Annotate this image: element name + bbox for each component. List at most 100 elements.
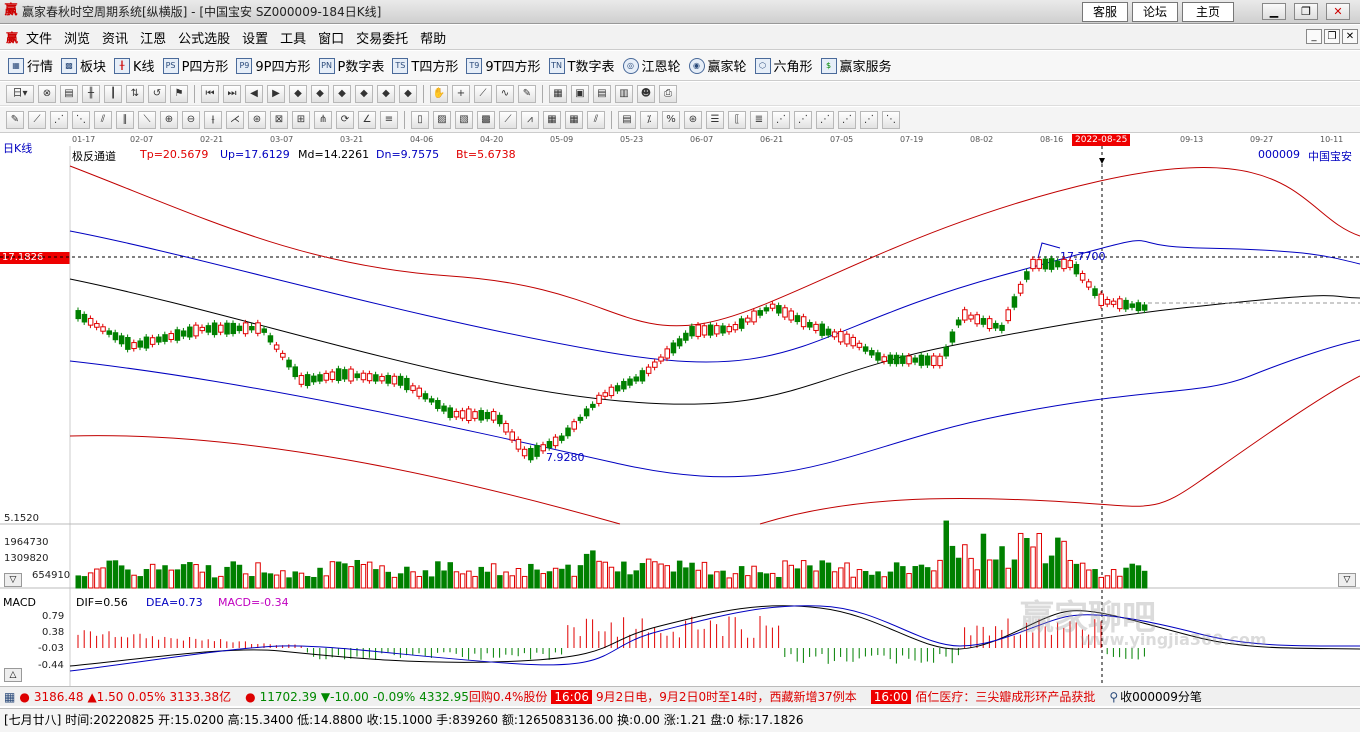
cross-icon[interactable]: ⊠	[270, 110, 288, 129]
percent-line-icon[interactable]: ⁒	[640, 110, 658, 129]
view-icon[interactable]: ⊗	[38, 84, 56, 103]
flag-icon[interactable]: ⚑	[170, 84, 188, 103]
fan-10-icon[interactable]: ⋰	[838, 110, 856, 129]
mdi-close-icon[interactable]: ✕	[1342, 29, 1358, 44]
crosshair-icon[interactable]: +	[452, 84, 470, 103]
zigzag-icon[interactable]: ⩘	[521, 110, 539, 129]
menu-gann[interactable]: 江恩	[140, 28, 166, 47]
menu-help[interactable]: 帮助	[420, 28, 446, 47]
percent-icon[interactable]: %	[662, 110, 680, 129]
period-dropdown-icon[interactable]: 日▾	[6, 84, 34, 103]
users-icon[interactable]: ☻	[637, 84, 655, 103]
fan-11-icon[interactable]: ⋰	[860, 110, 878, 129]
minimize-icon[interactable]: ▁	[1262, 3, 1286, 20]
menu-trade[interactable]: 交易委托	[356, 28, 408, 47]
func-t-square-button[interactable]: TS T四方形	[392, 56, 458, 75]
stair-icon[interactable]: ⋱	[882, 110, 900, 129]
fan-8-icon[interactable]: ⋰	[794, 110, 812, 129]
grid-table-icon[interactable]: ▦	[543, 110, 561, 129]
kline-type-icon[interactable]: ╫	[82, 84, 100, 103]
fan-3-icon[interactable]: ⋱	[72, 110, 90, 129]
shade-icon[interactable]: ▨	[433, 110, 451, 129]
fan-4-icon[interactable]: ⫽	[94, 110, 112, 129]
func-kline-button[interactable]: ╫ K线	[114, 56, 155, 75]
forum-button[interactable]: 论坛	[1132, 2, 1178, 22]
pencil-icon[interactable]: ✎	[6, 110, 24, 129]
close-icon[interactable]: ✕	[1326, 3, 1350, 20]
scroll-down-icon[interactable]: ▽	[4, 573, 22, 587]
fan-5-icon[interactable]: ∥	[116, 110, 134, 129]
gann-fan-icon[interactable]: ⟋	[28, 110, 46, 129]
func-winner-wheel-button[interactable]: ◉ 赢家轮	[688, 56, 747, 75]
menu-file[interactable]: 文件	[26, 28, 52, 47]
calendar-icon[interactable]: ▦	[549, 84, 567, 103]
fibo-icon[interactable]: ≡	[380, 110, 398, 129]
channel-icon[interactable]: ⊞	[292, 110, 310, 129]
marker-6-icon[interactable]: ◆	[399, 84, 417, 103]
homepage-button[interactable]: 主页	[1182, 2, 1234, 22]
func-p-table-button[interactable]: PN P数字表	[318, 56, 384, 75]
func-quote-button[interactable]: ▦ 行情	[8, 56, 53, 75]
fan-6-icon[interactable]: ⟍	[138, 110, 156, 129]
news-1[interactable]: 回购0.4%股份	[469, 688, 548, 705]
bar-type-icon[interactable]: ┃	[104, 84, 122, 103]
cycle-icon[interactable]: ⟳	[336, 110, 354, 129]
calculator-icon[interactable]: ▣	[571, 84, 589, 103]
marker-3-icon[interactable]: ◆	[333, 84, 351, 103]
f10-icon[interactable]: ▤	[60, 84, 78, 103]
print-icon[interactable]: ⎙	[659, 84, 677, 103]
fan-9-icon[interactable]: ⋰	[816, 110, 834, 129]
marker-2-icon[interactable]: ◆	[311, 84, 329, 103]
ray-icon[interactable]: ⟋	[499, 110, 517, 129]
ticker-grid-icon[interactable]: ▦	[4, 690, 15, 704]
compass-icon[interactable]: ⊛	[684, 110, 702, 129]
grid-table-2-icon[interactable]: ▦	[565, 110, 583, 129]
menu-browse[interactable]: 浏览	[64, 28, 90, 47]
weight-dropdown-icon[interactable]: ⇅	[126, 84, 144, 103]
news-2[interactable]: 9月2日电，9月2日0时至14时，西藏新增37例本	[596, 688, 857, 705]
hatch-icon[interactable]: ▩	[477, 110, 495, 129]
fork-icon[interactable]: ⋔	[314, 110, 332, 129]
mdi-restore-icon[interactable]: ❐	[1324, 29, 1340, 44]
menu-info[interactable]: 资讯	[102, 28, 128, 47]
parallel-icon[interactable]: ⫲	[204, 110, 222, 129]
func-p-square-button[interactable]: PS P四方形	[162, 56, 228, 75]
bracket-icon[interactable]: ⟦	[728, 110, 746, 129]
func-hexagon-button[interactable]: ⬡ 六角形	[754, 56, 813, 75]
marker-4-icon[interactable]: ◆	[355, 84, 373, 103]
select-stock-icon[interactable]: ↺	[148, 84, 166, 103]
circle-line-icon[interactable]: ⊖	[182, 110, 200, 129]
circle-grid-icon[interactable]: ⊕	[160, 110, 178, 129]
marker-1-icon[interactable]: ◆	[289, 84, 307, 103]
target-icon[interactable]: ⊛	[248, 110, 266, 129]
func-9p-square-button[interactable]: P9 9P四方形	[236, 56, 311, 75]
angle-icon[interactable]: ∠	[358, 110, 376, 129]
marker-5-icon[interactable]: ◆	[377, 84, 395, 103]
levels-icon[interactable]: ☰	[706, 110, 724, 129]
customer-service-button[interactable]: 客服	[1082, 2, 1128, 22]
speed-line-icon[interactable]: ⋌	[226, 110, 244, 129]
menu-tools[interactable]: 工具	[280, 28, 306, 47]
hand-icon[interactable]: ✋	[430, 84, 448, 103]
wave-icon[interactable]: ∿	[496, 84, 514, 103]
func-gann-wheel-button[interactable]: ◎ 江恩轮	[622, 56, 681, 75]
scroll-up-icon[interactable]: ▽	[1338, 573, 1356, 587]
macd-scroll-icon[interactable]: △	[4, 668, 22, 682]
fan-2-icon[interactable]: ⋰	[50, 110, 68, 129]
func-t-table-button[interactable]: TN T数字表	[548, 56, 615, 75]
last-icon[interactable]: ⏭	[223, 84, 241, 103]
news-3[interactable]: 佰仁医疗：三尖瓣成形环产品获批	[915, 688, 1095, 705]
restore-icon[interactable]: ❐	[1294, 3, 1318, 20]
menu-window[interactable]: 窗口	[318, 28, 344, 47]
func-service-button[interactable]: $ 赢家服务	[820, 56, 892, 75]
menu-settings[interactable]: 设置	[242, 28, 268, 47]
data-table-icon[interactable]: ▤	[618, 110, 636, 129]
draw-line-icon[interactable]: ⟋	[474, 84, 492, 103]
palette-icon[interactable]: ✎	[518, 84, 536, 103]
save-icon[interactable]: ▥	[615, 84, 633, 103]
func-9t-square-button[interactable]: T9 9T四方形	[466, 56, 541, 75]
func-sector-button[interactable]: ▩ 板块	[61, 56, 106, 75]
next-icon[interactable]: ▶	[267, 84, 285, 103]
mdi-minimize-icon[interactable]: _	[1306, 29, 1322, 44]
box-icon[interactable]: ▯	[411, 110, 429, 129]
